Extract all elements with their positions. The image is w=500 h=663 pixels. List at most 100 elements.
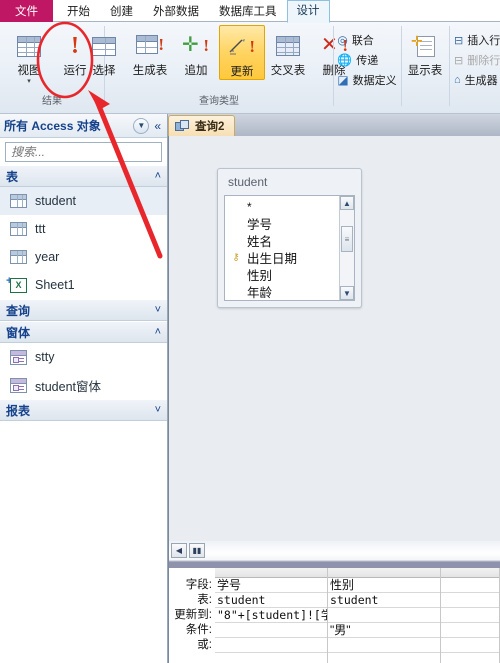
- tab-external-data[interactable]: 外部数据: [143, 1, 209, 23]
- qbe-cell-or[interactable]: [215, 638, 327, 653]
- qbe-cell-field[interactable]: 性别: [328, 578, 440, 593]
- union-query-button[interactable]: ◎ 联合: [333, 30, 400, 50]
- tab-design[interactable]: 设计: [286, 0, 330, 23]
- nav-group-header-reports[interactable]: 报表 ˅: [0, 399, 167, 421]
- nav-item-stty[interactable]: stty: [0, 343, 167, 371]
- horizontal-scrollbar[interactable]: ◀ ▮▮: [171, 543, 205, 558]
- delete-rows-icon: ⊟: [454, 54, 464, 67]
- make-table-query-button[interactable]: ! 生成表: [127, 25, 173, 78]
- nav-item-sheet1[interactable]: + X Sheet1: [0, 271, 167, 299]
- nav-group-label-forms: 窗体: [6, 325, 31, 340]
- nav-group-header-queries[interactable]: 查询 ˅: [0, 299, 167, 321]
- field-row-nianling[interactable]: 年龄: [225, 283, 354, 300]
- qbe-cell-extra[interactable]: [441, 653, 499, 663]
- document-tab-label: 查询2: [195, 121, 225, 133]
- chevron-up-icon[interactable]: ˄: [155, 326, 161, 338]
- chevron-down-icon[interactable]: ▼: [133, 117, 150, 134]
- document-area: 查询2 student * 学号 姓名 ⚷ 出生日期 性别 年龄 ▲ ≡ ▼ ◀…: [168, 114, 500, 663]
- delete-rows-button[interactable]: ⊟ 删除行: [450, 50, 500, 70]
- nav-item-ttt[interactable]: ttt: [0, 215, 167, 243]
- field-row-xingbie[interactable]: 性别: [225, 266, 354, 283]
- pass-through-query-button[interactable]: 🌐 传递: [333, 50, 400, 70]
- nav-group-header-tables[interactable]: 表 ˄: [0, 165, 167, 187]
- double-chevron-left-icon[interactable]: «: [154, 119, 161, 133]
- nav-item-label: student: [35, 194, 77, 208]
- select-query-button[interactable]: 选择: [81, 25, 127, 78]
- data-definition-query-button[interactable]: ◪ 数据定义: [333, 70, 400, 90]
- qbe-cell-extra[interactable]: [328, 653, 440, 663]
- qbe-column-1[interactable]: 学号 student "8"+[student]![学号: [215, 568, 328, 663]
- qbe-cell-extra[interactable]: [215, 653, 327, 663]
- scroll-left-arrow-icon[interactable]: ◀: [171, 543, 187, 558]
- field-row-chushengriqi[interactable]: ⚷ 出生日期: [225, 249, 354, 266]
- qbe-column-2[interactable]: 性别 student "男": [328, 568, 441, 663]
- qbe-cell-table[interactable]: [441, 593, 499, 608]
- qbe-column-selector[interactable]: [441, 568, 499, 578]
- table-icon: [17, 29, 41, 63]
- show-table-button[interactable]: ✛ 显示表: [402, 25, 448, 78]
- qbe-cell-update-to[interactable]: [441, 608, 499, 623]
- document-tab-query2[interactable]: 查询2: [168, 115, 236, 136]
- qbe-column-selector[interactable]: [328, 568, 440, 578]
- tab-file[interactable]: 文件: [0, 0, 53, 22]
- tab-home[interactable]: 开始: [57, 1, 100, 23]
- chevron-down-icon[interactable]: ˅: [155, 304, 161, 316]
- tab-create[interactable]: 创建: [100, 1, 143, 23]
- qbe-cell-or[interactable]: [441, 638, 499, 653]
- field-label: 密码: [243, 299, 272, 300]
- update-query-button[interactable]: ! 更新: [219, 25, 265, 80]
- qbe-label-or: 或:: [197, 639, 212, 651]
- search-box[interactable]: [5, 142, 181, 162]
- nav-item-student-form[interactable]: student窗体: [0, 371, 167, 399]
- field-row-mima[interactable]: 密码: [225, 300, 354, 301]
- qbe-cell-table[interactable]: student: [215, 593, 327, 608]
- field-list-scrollbar[interactable]: ▲ ≡ ▼: [339, 196, 354, 300]
- ribbon-group-show-table: ✛ 显示表: [402, 22, 448, 114]
- qbe-column-3[interactable]: [441, 568, 500, 663]
- nav-group-header-forms[interactable]: 窗体 ˄: [0, 321, 167, 343]
- scroll-thumb-icon[interactable]: ≡: [341, 226, 353, 252]
- qbe-cell-or[interactable]: [328, 638, 440, 653]
- field-row-xingming[interactable]: 姓名: [225, 232, 354, 249]
- builder-button[interactable]: ⌂ 生成器: [450, 70, 500, 90]
- union-icon: ◎: [337, 33, 348, 47]
- tab-database-tools[interactable]: 数据库工具: [209, 1, 287, 23]
- scroll-thumb-icon[interactable]: ▮▮: [189, 543, 205, 558]
- chevron-down-icon[interactable]: ▾: [27, 78, 31, 85]
- qbe-cell-update-to[interactable]: [328, 608, 440, 623]
- qbe-cell-update-to[interactable]: "8"+[student]![学号: [215, 608, 327, 623]
- design-splitter[interactable]: ◀ ▮▮: [168, 541, 500, 568]
- field-list-box[interactable]: * 学号 姓名 ⚷ 出生日期 性别 年龄 ▲ ≡ ▼: [224, 195, 355, 301]
- field-row-xuehao[interactable]: 学号: [225, 215, 354, 232]
- chevron-up-icon[interactable]: ˄: [155, 170, 161, 182]
- qbe-cell-criteria[interactable]: [441, 623, 499, 638]
- field-list-student[interactable]: student * 学号 姓名 ⚷ 出生日期 性别 年龄 ▲ ≡ ▼: [217, 168, 362, 308]
- view-button[interactable]: 视图 ▾: [6, 25, 52, 85]
- append-query-button[interactable]: ✛ ! 追加: [173, 25, 219, 78]
- ribbon-group-query-type: 选择 ! 生成表 ✛ ! 追加 ! 更新 交叉表 ✕ ! 删除 查询类型: [92, 22, 348, 114]
- builder-label: 生成器: [464, 75, 498, 87]
- ribbon: 视图 ▾ ! 运行 结果 选择 ! 生成表 ✛ ! 追加 ! 更新 交叉表 ✕ …: [0, 22, 500, 114]
- insert-rows-button[interactable]: ⊟ 插入行: [450, 30, 500, 50]
- nav-item-year[interactable]: year: [0, 243, 167, 271]
- qbe-cell-criteria[interactable]: [215, 623, 327, 638]
- qbe-grid[interactable]: 字段: 表: 更新到: 条件: 或: 学号 student "8"+[stude…: [168, 568, 500, 663]
- crosstab-query-button[interactable]: 交叉表: [265, 25, 311, 78]
- update-query-label: 更新: [230, 66, 254, 78]
- qbe-cell-table[interactable]: student: [328, 593, 440, 608]
- qbe-cell-field[interactable]: [441, 578, 499, 593]
- scroll-up-arrow-icon[interactable]: ▲: [340, 196, 354, 210]
- crosstab-query-icon: [276, 29, 300, 63]
- select-query-icon: [92, 29, 116, 63]
- qbe-cell-field[interactable]: 学号: [215, 578, 327, 593]
- qbe-column-selector[interactable]: [215, 568, 327, 578]
- qbe-cell-criteria[interactable]: "男": [328, 623, 440, 638]
- scroll-down-arrow-icon[interactable]: ▼: [340, 286, 354, 300]
- chevron-down-icon[interactable]: ˅: [155, 404, 161, 416]
- query-design-canvas[interactable]: student * 学号 姓名 ⚷ 出生日期 性别 年龄 ▲ ≡ ▼: [168, 136, 500, 541]
- append-query-icon: ✛ !: [182, 34, 209, 56]
- nav-item-student[interactable]: student: [0, 187, 167, 215]
- search-input[interactable]: [9, 144, 170, 160]
- field-row-all[interactable]: *: [225, 198, 354, 215]
- pass-through-query-label: 传递: [356, 55, 379, 67]
